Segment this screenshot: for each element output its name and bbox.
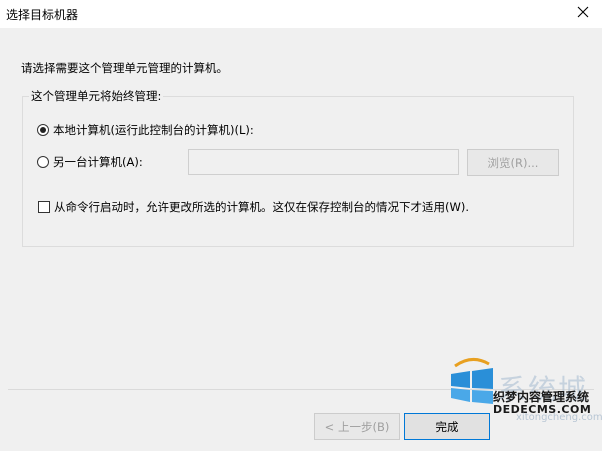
browse-button[interactable]: 浏览(R)... — [467, 149, 559, 176]
radio-local-label: 本地计算机(运行此控制台的计算机)(L): — [53, 123, 254, 137]
radio-local-computer[interactable]: 本地计算机(运行此控制台的计算机)(L): — [37, 122, 254, 138]
window-title: 选择目标机器 — [6, 8, 79, 22]
checkbox-allow-label: 从命令行启动时，允许更改所选的计算机。这仅在保存控制台的情况下才适用(W). — [54, 200, 469, 214]
dialog-body: 请选择需要这个管理单元管理的计算机。 这个管理单元将始终管理: 本地计算机(运行… — [0, 28, 602, 451]
title-bar: 选择目标机器 — [0, 0, 602, 28]
checkbox-allow-change[interactable]: 从命令行启动时，允许更改所选的计算机。这仅在保存控制台的情况下才适用(W). — [38, 199, 469, 215]
close-button[interactable] — [570, 1, 596, 23]
checkbox-allow-indicator[interactable] — [38, 201, 50, 213]
radio-local-indicator[interactable] — [37, 124, 49, 136]
finish-button[interactable]: 完成 — [404, 413, 490, 440]
radio-other-indicator[interactable] — [37, 156, 49, 168]
footer-separator — [8, 389, 594, 390]
back-button[interactable]: < 上一步(B) — [314, 413, 400, 440]
instruction-text: 请选择需要这个管理单元管理的计算机。 — [21, 61, 228, 75]
other-computer-input[interactable] — [188, 149, 459, 175]
close-icon — [577, 6, 589, 18]
group-label: 这个管理单元将始终管理: — [29, 88, 164, 104]
radio-other-label: 另一台计算机(A): — [53, 155, 143, 169]
radio-other-computer[interactable]: 另一台计算机(A): — [37, 154, 143, 170]
